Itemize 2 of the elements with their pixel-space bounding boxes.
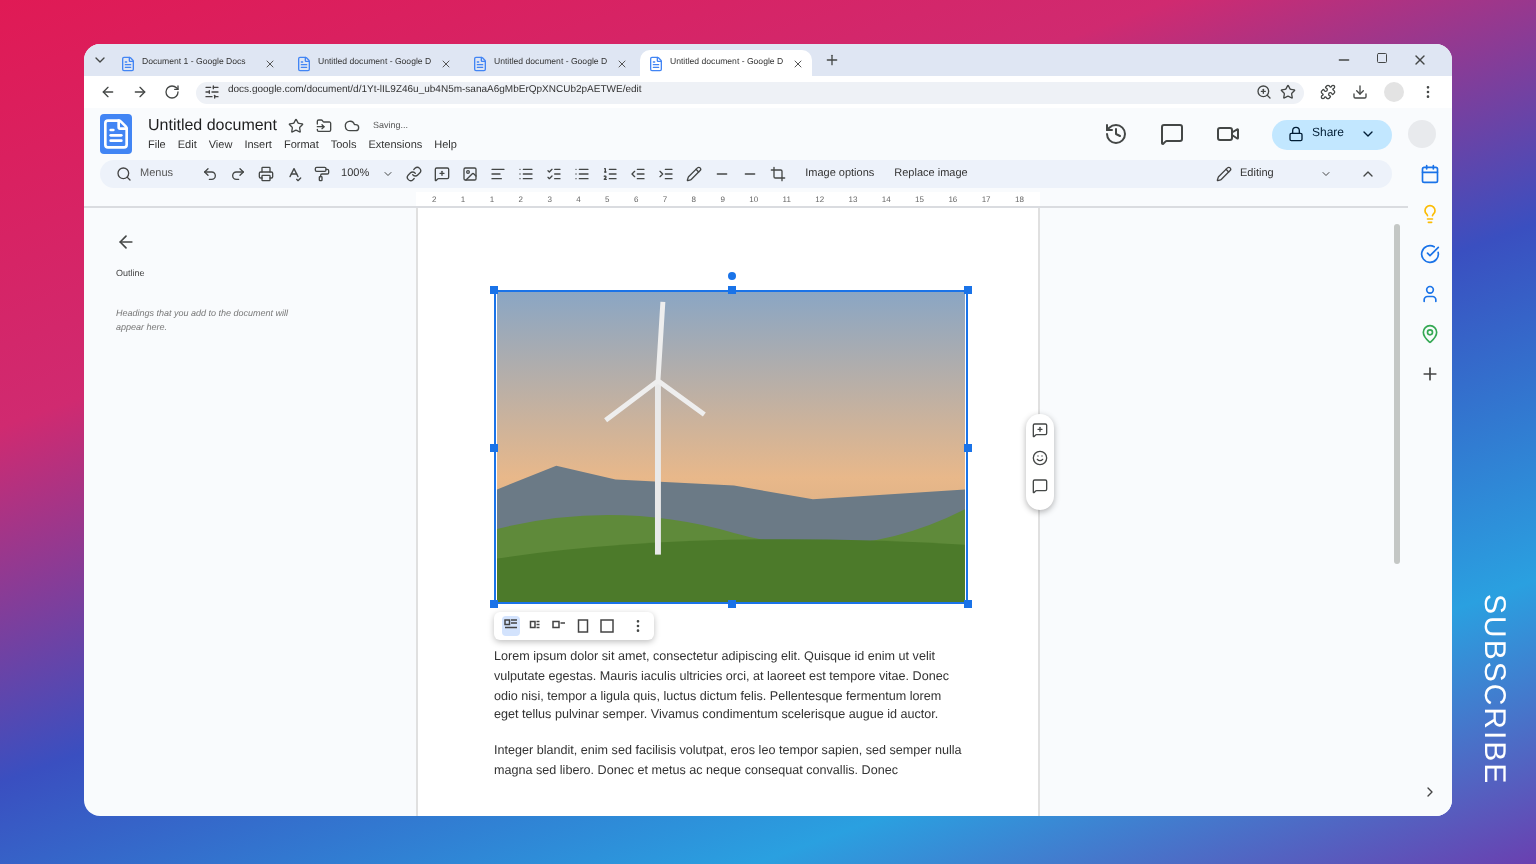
subscribe-label: SUBSCRIBE (1474, 594, 1513, 786)
document-title[interactable]: Untitled document (148, 113, 277, 138)
